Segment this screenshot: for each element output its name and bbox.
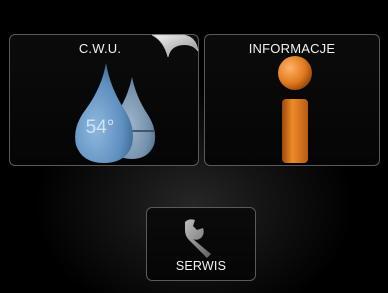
info-icon <box>278 56 312 163</box>
info-label: INFORMACJE <box>248 41 336 56</box>
service-label: SERWIS <box>175 259 227 273</box>
hot-water-temperature: 54° <box>85 117 115 138</box>
water-drops-icon <box>75 63 156 163</box>
wrench-icon <box>185 219 211 258</box>
service-tile[interactable]: SERWIS <box>146 207 256 281</box>
hot-water-tile[interactable]: C.W.U. 54° <box>9 34 199 166</box>
info-tile[interactable]: INFORMACJE <box>204 34 380 166</box>
